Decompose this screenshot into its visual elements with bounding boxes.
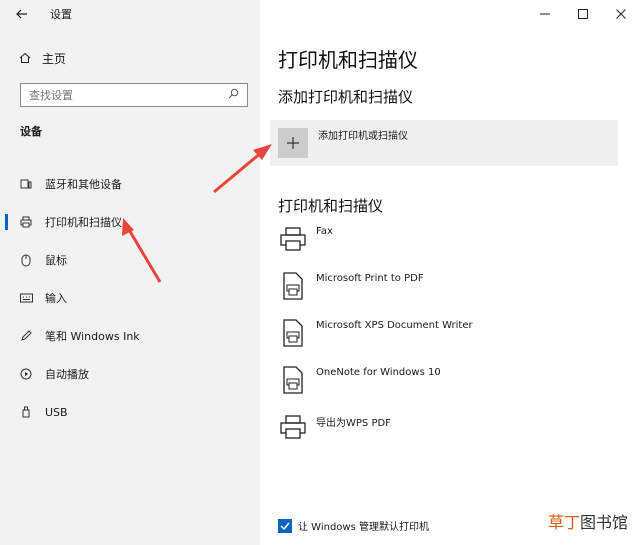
manage-default-printer-option[interactable]: 让 Windows 管理默认打印机 bbox=[278, 518, 429, 533]
sidebar-item-home[interactable]: 主页 bbox=[18, 47, 66, 69]
maximize-icon bbox=[578, 9, 588, 19]
list-item[interactable]: OneNote for Windows 10 bbox=[278, 363, 628, 410]
printers-list: Fax Microsoft Print to PDF Microsoft XPS… bbox=[278, 222, 628, 457]
pdf-printer-icon bbox=[278, 269, 308, 303]
sidebar-nav: 蓝牙和其他设备 打印机和扫描仪 鼠标 输入 笔和 Windows Ink 自动播… bbox=[0, 165, 260, 431]
back-button[interactable] bbox=[0, 0, 44, 28]
close-button[interactable] bbox=[602, 0, 640, 28]
manage-default-label: 让 Windows 管理默认打印机 bbox=[298, 522, 429, 533]
sidebar-item-typing[interactable]: 输入 bbox=[0, 279, 260, 317]
printer-name: Microsoft XPS Document Writer bbox=[316, 320, 473, 331]
sidebar-item-pen[interactable]: 笔和 Windows Ink bbox=[0, 317, 260, 355]
settings-window: 设置 主页 设备 蓝牙和其他设备 bbox=[0, 0, 640, 545]
window-controls bbox=[526, 0, 640, 28]
bluetooth-devices-icon bbox=[19, 178, 33, 190]
minimize-icon bbox=[540, 13, 550, 15]
sidebar-item-label: 蓝牙和其他设备 bbox=[45, 178, 122, 191]
printers-list-title: 打印机和扫描仪 bbox=[278, 197, 384, 215]
list-item[interactable]: Fax bbox=[278, 222, 628, 269]
add-section-title: 添加打印机和扫描仪 bbox=[278, 88, 414, 106]
sidebar-item-label: 自动播放 bbox=[45, 368, 89, 381]
checkmark-icon bbox=[280, 522, 290, 530]
mouse-icon bbox=[19, 254, 33, 267]
list-item[interactable]: Microsoft Print to PDF bbox=[278, 269, 628, 316]
list-item[interactable]: Microsoft XPS Document Writer bbox=[278, 316, 628, 363]
page-title: 打印机和扫描仪 bbox=[278, 48, 418, 72]
xps-printer-icon bbox=[278, 316, 308, 350]
printer-icon bbox=[19, 216, 33, 228]
title-bar: 设置 bbox=[0, 0, 260, 28]
printer-icon bbox=[278, 410, 308, 444]
watermark-text: 图书馆 bbox=[579, 513, 628, 532]
printer-name: OneNote for Windows 10 bbox=[316, 367, 441, 378]
fax-printer-icon bbox=[278, 222, 308, 256]
printer-name: 导出为WPS PDF bbox=[316, 418, 391, 429]
sidebar-item-usb[interactable]: USB bbox=[0, 393, 260, 431]
minimize-button[interactable] bbox=[526, 0, 564, 28]
watermark: 草丁图书馆 bbox=[545, 509, 630, 533]
sidebar-item-label: 鼠标 bbox=[45, 254, 67, 267]
main-content: 打印机和扫描仪 添加打印机和扫描仪 添加打印机或扫描仪 打印机和扫描仪 Fax … bbox=[260, 0, 640, 545]
sidebar: 设置 主页 设备 蓝牙和其他设备 bbox=[0, 0, 260, 545]
manage-default-checkbox[interactable] bbox=[278, 518, 292, 533]
sidebar-item-bluetooth[interactable]: 蓝牙和其他设备 bbox=[0, 165, 260, 203]
sidebar-item-label: USB bbox=[45, 405, 68, 419]
home-icon bbox=[18, 52, 32, 64]
add-printer-button[interactable]: 添加打印机或扫描仪 bbox=[270, 120, 618, 166]
home-label: 主页 bbox=[42, 51, 67, 66]
list-item[interactable]: 导出为WPS PDF bbox=[278, 410, 628, 457]
sidebar-item-label: 打印机和扫描仪 bbox=[45, 216, 122, 229]
sidebar-item-label: 输入 bbox=[45, 292, 67, 305]
back-arrow-icon bbox=[16, 9, 27, 19]
search-input[interactable] bbox=[29, 88, 228, 102]
sidebar-item-label: 笔和 Windows Ink bbox=[45, 330, 140, 343]
search-icon[interactable] bbox=[228, 88, 239, 102]
plus-icon bbox=[278, 128, 308, 158]
onenote-printer-icon bbox=[278, 363, 308, 397]
keyboard-icon bbox=[19, 293, 33, 303]
autoplay-icon bbox=[19, 368, 33, 380]
add-printer-label: 添加打印机或扫描仪 bbox=[318, 130, 408, 142]
watermark-accent: 草丁 bbox=[547, 513, 580, 532]
close-icon bbox=[616, 9, 626, 19]
search-box[interactable] bbox=[20, 83, 248, 107]
sidebar-item-printers[interactable]: 打印机和扫描仪 bbox=[0, 203, 260, 241]
pen-icon bbox=[19, 330, 33, 342]
app-title: 设置 bbox=[50, 8, 72, 21]
printer-name: Fax bbox=[316, 226, 333, 237]
maximize-button[interactable] bbox=[564, 0, 602, 28]
section-title: 设备 bbox=[20, 125, 42, 138]
sidebar-item-autoplay[interactable]: 自动播放 bbox=[0, 355, 260, 393]
sidebar-item-mouse[interactable]: 鼠标 bbox=[0, 241, 260, 279]
printer-name: Microsoft Print to PDF bbox=[316, 273, 424, 284]
usb-icon bbox=[19, 406, 33, 418]
